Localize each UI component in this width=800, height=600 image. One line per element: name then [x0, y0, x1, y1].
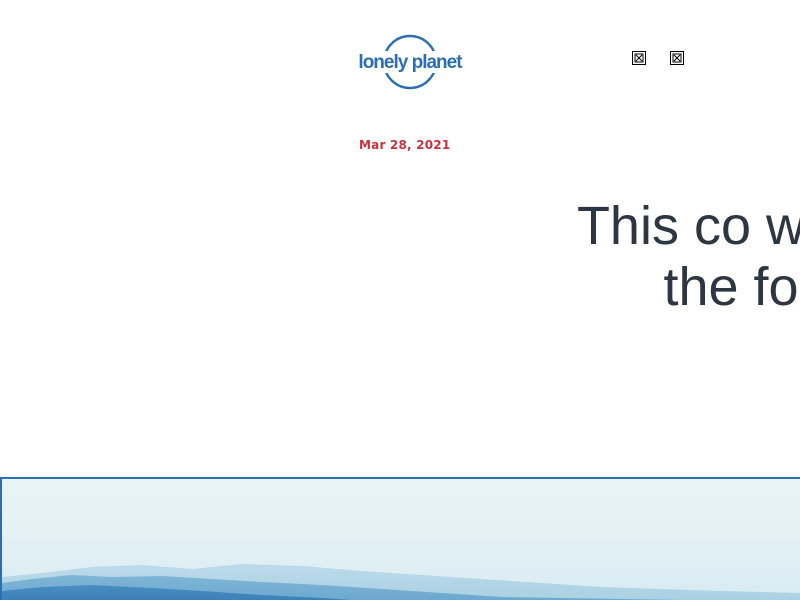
hero-image	[0, 477, 800, 600]
logo-text: lonely planet	[358, 52, 463, 73]
broken-image-icon[interactable]	[632, 51, 646, 65]
article-headline: This co world’s the four	[540, 196, 800, 318]
headline-text: This co world’s the four	[576, 196, 800, 317]
article-date: Mar 28, 2021	[359, 138, 451, 152]
lonely-planet-logo[interactable]: lonely planet	[354, 34, 466, 90]
broken-image-icon[interactable]	[670, 51, 684, 65]
article-page: lonely planet Mar 28, 2021 This co world…	[0, 0, 800, 600]
misty-mountains-image	[2, 564, 800, 600]
headline-container: This co world’s the four	[540, 196, 800, 396]
